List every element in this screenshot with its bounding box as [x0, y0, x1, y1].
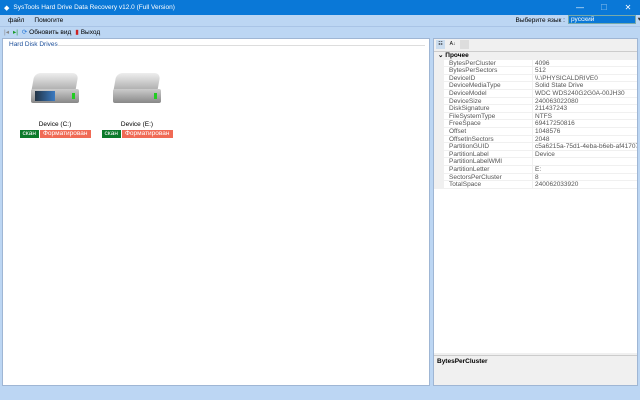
property-row[interactable]: PartitionGUID c5a6215a-75d1-4eba-b6eb-af4… — [434, 143, 637, 151]
toolbar: |◂ ▸| ⟳ Обновить вид ▮ Выход — [0, 26, 640, 37]
property-value[interactable]: 240062033920 — [532, 181, 637, 188]
property-value[interactable]: 1048576 — [532, 127, 637, 135]
format-button[interactable]: Форматирован — [39, 130, 91, 138]
language-value: русский — [571, 16, 595, 23]
property-pages-icon[interactable] — [460, 40, 469, 49]
property-value[interactable]: 240063022080 — [532, 97, 637, 105]
divider — [57, 45, 425, 46]
description-panel: BytesPerCluster — [434, 355, 637, 385]
close-button[interactable]: ✕ — [616, 0, 640, 15]
property-value[interactable]: 4096 — [532, 59, 637, 67]
device-name: Device (C:) — [38, 121, 72, 128]
device-e[interactable]: Device (E:) скан Форматирован — [97, 69, 177, 138]
property-value[interactable]: c5a6215a-75d1-4eba-b6eb-af417079621a — [532, 143, 637, 150]
property-value[interactable]: \\.\PHYSICALDRIVE0 — [532, 74, 637, 82]
description-title: BytesPerCluster — [437, 358, 488, 365]
property-row[interactable]: TotalSpace 240062033920 — [434, 181, 637, 189]
language-label: Выберите язык : — [515, 17, 565, 24]
property-value[interactable]: 211437243 — [532, 105, 637, 112]
property-name: PartitionGUID — [434, 143, 532, 150]
device-c[interactable]: Device (C:) скан Форматирован — [15, 69, 95, 138]
property-row[interactable]: PartitionLetter E: — [434, 165, 637, 174]
categorized-icon[interactable]: ☷ — [436, 40, 445, 49]
category-label: Прочее — [445, 52, 469, 59]
device-name: Device (E:) — [120, 121, 154, 128]
property-name: SectorsPerCluster — [434, 173, 532, 181]
title-bar: ◆ SysTools Hard Drive Data Recovery v12.… — [0, 0, 640, 15]
drives-panel: Hard Disk Drives Device (C:) скан Формати… — [2, 38, 430, 386]
property-value[interactable]: Device — [532, 150, 637, 158]
property-name: BytesPerCluster — [434, 59, 532, 67]
property-value[interactable]: 69417250816 — [532, 120, 637, 127]
refresh-label: Обновить вид — [29, 29, 72, 36]
language-select[interactable]: русский ▾ — [568, 15, 640, 24]
next-icon[interactable]: ▸| — [13, 28, 18, 36]
property-value[interactable]: WDC WDS240G2G0A-00JH30 — [532, 89, 637, 97]
chevron-down-icon: ⌄ — [438, 52, 444, 59]
property-value[interactable]: 8 — [532, 173, 637, 181]
app-icon: ◆ — [4, 4, 10, 12]
property-row[interactable]: OffsetInSectors 2048 — [434, 135, 637, 144]
exit-button[interactable]: ▮ Выход — [75, 28, 100, 36]
hard-drive-icon — [29, 69, 81, 111]
property-row[interactable]: FreeSpace 69417250816 — [434, 120, 637, 128]
property-name: DiskSignature — [434, 105, 532, 112]
property-name: DeviceMediaType — [434, 82, 532, 89]
property-row[interactable]: BytesPerSectors 512 — [434, 67, 637, 75]
refresh-icon: ⟳ — [21, 29, 28, 36]
property-grid: ☷ A↓ ⌄ Прочее BytesPerCluster 4096 BytesPe… — [433, 38, 638, 386]
property-name: DeviceModel — [434, 89, 532, 97]
scan-button[interactable]: скан — [19, 130, 39, 138]
status-bar — [0, 388, 640, 400]
scan-button[interactable]: скан — [101, 130, 121, 138]
property-name: PartitionLabelWMI — [434, 158, 532, 165]
property-row[interactable]: DeviceSize 240063022080 — [434, 97, 637, 106]
property-name: DeviceSize — [434, 97, 532, 105]
category-header[interactable]: ⌄ Прочее — [434, 52, 637, 60]
property-value[interactable]: NTFS — [532, 112, 637, 120]
first-icon[interactable]: |◂ — [4, 28, 9, 36]
exit-label: Выход — [80, 29, 101, 36]
property-name: OffsetInSectors — [434, 135, 532, 143]
group-title: Hard Disk Drives — [9, 41, 58, 48]
property-row[interactable]: Offset 1048576 — [434, 127, 637, 136]
property-row[interactable]: PartitionLabel Device — [434, 150, 637, 159]
property-name: FileSystemType — [434, 112, 532, 120]
property-name: TotalSpace — [434, 181, 532, 188]
property-row[interactable]: BytesPerCluster 4096 — [434, 59, 637, 68]
property-value[interactable] — [532, 158, 637, 165]
property-name: FreeSpace — [434, 120, 532, 127]
property-row[interactable]: DeviceID \\.\PHYSICALDRIVE0 — [434, 74, 637, 83]
property-value[interactable]: 512 — [532, 67, 637, 74]
sort-alpha-icon[interactable]: A↓ — [448, 40, 457, 49]
minimize-button[interactable]: — — [568, 0, 592, 15]
format-button[interactable]: Форматирован — [121, 130, 173, 138]
property-name: DeviceID — [434, 74, 532, 82]
property-name: BytesPerSectors — [434, 67, 532, 74]
refresh-button[interactable]: ⟳ Обновить вид — [22, 28, 71, 36]
property-value[interactable]: Solid State Drive — [532, 82, 637, 89]
property-value[interactable]: E: — [532, 165, 637, 173]
property-row[interactable]: SectorsPerCluster 8 — [434, 173, 637, 182]
exit-icon: ▮ — [75, 29, 79, 36]
property-name: Offset — [434, 127, 532, 135]
maximize-button[interactable]: ☐ — [592, 0, 616, 15]
menu-file[interactable]: файл — [8, 17, 24, 24]
hard-drive-icon — [111, 69, 163, 111]
property-row[interactable]: DiskSignature 211437243 — [434, 105, 637, 113]
property-name: PartitionLetter — [434, 165, 532, 173]
property-name: PartitionLabel — [434, 150, 532, 158]
menu-help[interactable]: Помогите — [34, 17, 63, 24]
property-row[interactable]: PartitionLabelWMI — [434, 158, 637, 166]
window-title: SysTools Hard Drive Data Recovery v12.0 … — [13, 4, 175, 11]
property-row[interactable]: DeviceMediaType Solid State Drive — [434, 82, 637, 90]
property-row[interactable]: FileSystemType NTFS — [434, 112, 637, 121]
property-row[interactable]: DeviceModel WDC WDS240G2G0A-00JH30 — [434, 89, 637, 98]
property-value[interactable]: 2048 — [532, 135, 637, 143]
